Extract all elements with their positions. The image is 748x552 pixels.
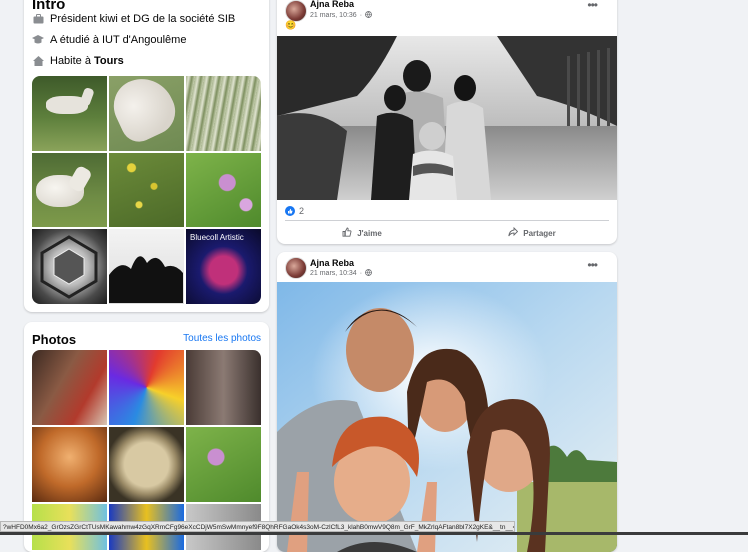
featured-photo-grass[interactable] (186, 76, 261, 151)
featured-photo-bluecoll-artistic[interactable]: Bluecoll Artistic (186, 229, 261, 304)
post-photo-family-selfie[interactable] (277, 282, 617, 552)
photos-title: Photos (32, 332, 77, 347)
post-actions-divider (285, 220, 609, 221)
post-author-name[interactable]: Ajna Reba (310, 0, 354, 9)
intro-work-row: Président kiwi et DG de la société SIB (32, 13, 235, 25)
featured-photo-white-horse[interactable] (109, 76, 184, 151)
featured-photo-yellow-flowers[interactable] (109, 152, 184, 228)
post-meta: 21 mars, 10:34 · (310, 269, 372, 278)
intro-lives-text: Habite à Tours (50, 55, 124, 67)
post-header: Ajna Reba 21 mars, 10:36 · ••• (285, 0, 605, 30)
photo-thumb-pink-flowers[interactable] (186, 427, 261, 502)
intro-education-text: A étudié à IUT d'Angoulême (50, 34, 187, 46)
like-label: J'aime (357, 228, 382, 238)
post-actions: J'aime Partager (277, 222, 617, 244)
post-options-button[interactable]: ••• (587, 0, 598, 12)
featured-photo-pink-flowers[interactable] (186, 152, 261, 228)
reaction-count: 2 (299, 206, 305, 216)
intro-lives-city[interactable]: Tours (94, 55, 124, 67)
post-options-button[interactable]: ••• (587, 258, 598, 272)
graduation-cap-icon (32, 34, 44, 46)
status-url-bar: ?wHFD0Mx6a2_GrOzsZGrCtTUsMKawahmw4zGqXRm… (0, 521, 515, 532)
intro-education-row: A étudié à IUT d'Angoulême (32, 34, 186, 46)
author-avatar[interactable] (285, 0, 307, 22)
post-photo-family-bw[interactable] (277, 36, 617, 200)
home-icon (32, 55, 44, 67)
featured-photo-horses-field[interactable] (32, 76, 107, 151)
globe-icon (365, 11, 372, 20)
featured-photo-silhouette[interactable] (109, 229, 184, 304)
intro-card: Intro Président kiwi et DG de la société… (24, 0, 269, 312)
like-button[interactable]: J'aime (277, 222, 447, 244)
photos-card: Photos Toutes les photos (24, 322, 269, 552)
thumbs-up-icon (342, 227, 352, 239)
separator-dot: · (359, 12, 363, 19)
post-card-1: Ajna Reba 21 mars, 10:36 · ••• 😊 2 J'aim… (277, 0, 617, 244)
like-reaction-icon (285, 206, 295, 216)
intro-lives-row: Habite à Tours (32, 55, 124, 67)
globe-icon (365, 269, 372, 278)
separator-dot: · (359, 270, 363, 277)
post-reactions[interactable]: 2 (285, 206, 304, 216)
intro-work-text: Président kiwi et DG de la société SIB (50, 13, 236, 25)
photo-thumb-woman-painting[interactable] (32, 350, 107, 425)
intro-lives-prefix: Habite à (50, 55, 95, 67)
briefcase-icon (32, 13, 44, 25)
photo-thumb-psychedelic-portrait[interactable] (109, 350, 184, 425)
photo-thumb-couple[interactable] (186, 350, 261, 425)
post-timestamp[interactable]: 21 mars, 10:34 (310, 270, 357, 277)
share-label: Partager (523, 228, 556, 238)
author-avatar[interactable] (285, 257, 307, 279)
photo-thumb-coin[interactable] (109, 427, 184, 502)
all-photos-link[interactable]: Toutes les photos (183, 333, 261, 344)
featured-photo-caption: Bluecoll Artistic (190, 233, 244, 243)
photo-thumb-man-closeup[interactable] (32, 427, 107, 502)
post-timestamp[interactable]: 21 mars, 10:36 (310, 12, 357, 19)
post-author-name[interactable]: Ajna Reba (310, 258, 354, 268)
post-meta: 21 mars, 10:36 · (310, 11, 372, 20)
featured-photo-metal-cube[interactable] (32, 229, 107, 304)
post-emoji: 😊 (285, 20, 297, 30)
photos-grid (32, 350, 261, 550)
featured-photo-horse-meadow[interactable] (32, 152, 107, 228)
featured-photo-grid: Bluecoll Artistic (32, 76, 261, 304)
share-arrow-icon (508, 226, 519, 239)
intro-title: Intro (32, 0, 66, 13)
share-button[interactable]: Partager (447, 222, 617, 244)
post-card-2: Ajna Reba 21 mars, 10:34 · ••• (277, 252, 617, 552)
